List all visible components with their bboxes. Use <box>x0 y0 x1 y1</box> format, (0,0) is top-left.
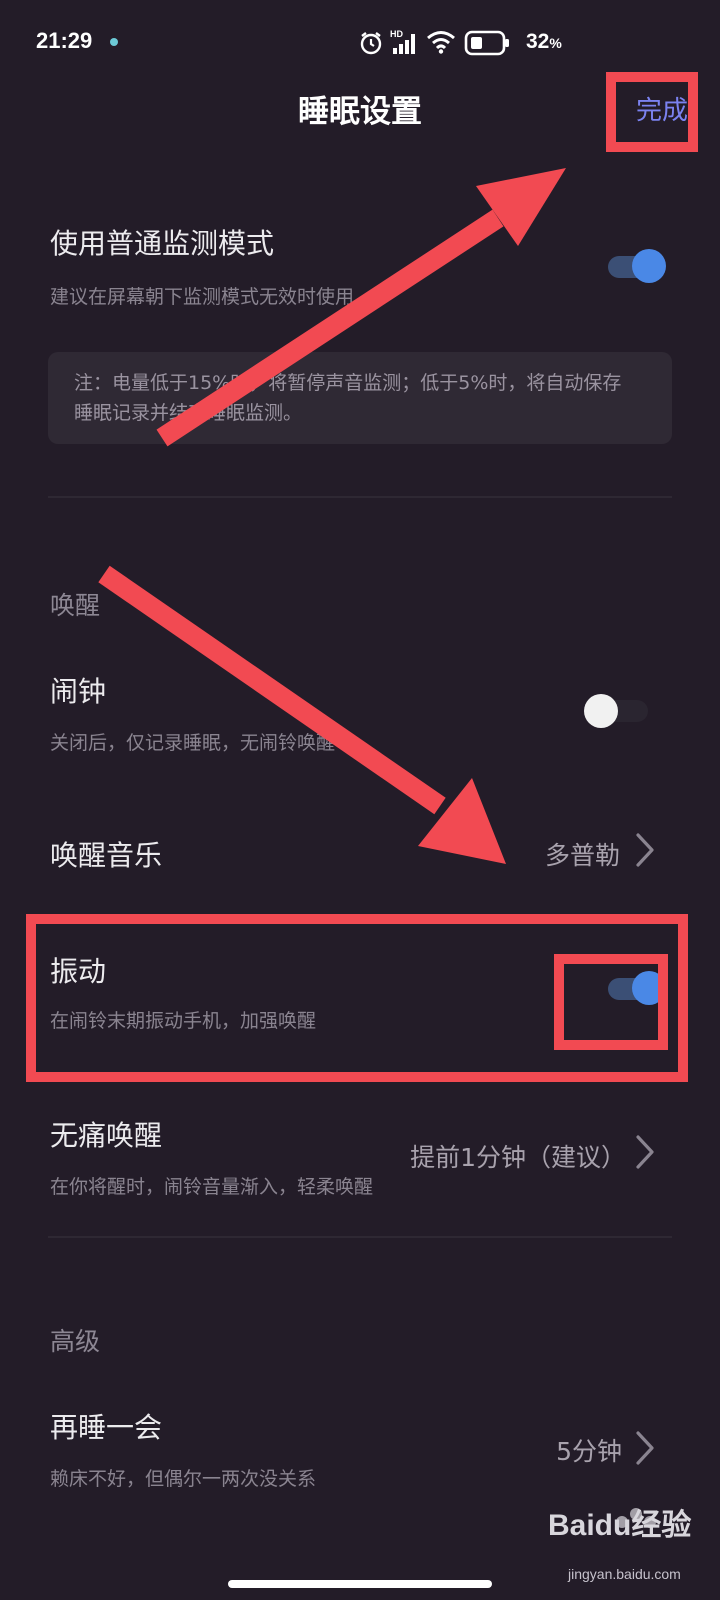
annotation-arrow-up <box>156 168 566 447</box>
annotation-arrow-down <box>98 565 506 864</box>
watermark-url: jingyan.baidu.com <box>568 1566 681 1582</box>
watermark-text: Baidu经验 <box>548 1509 692 1542</box>
home-indicator[interactable] <box>228 1580 492 1588</box>
annotation-arrows <box>98 168 566 864</box>
